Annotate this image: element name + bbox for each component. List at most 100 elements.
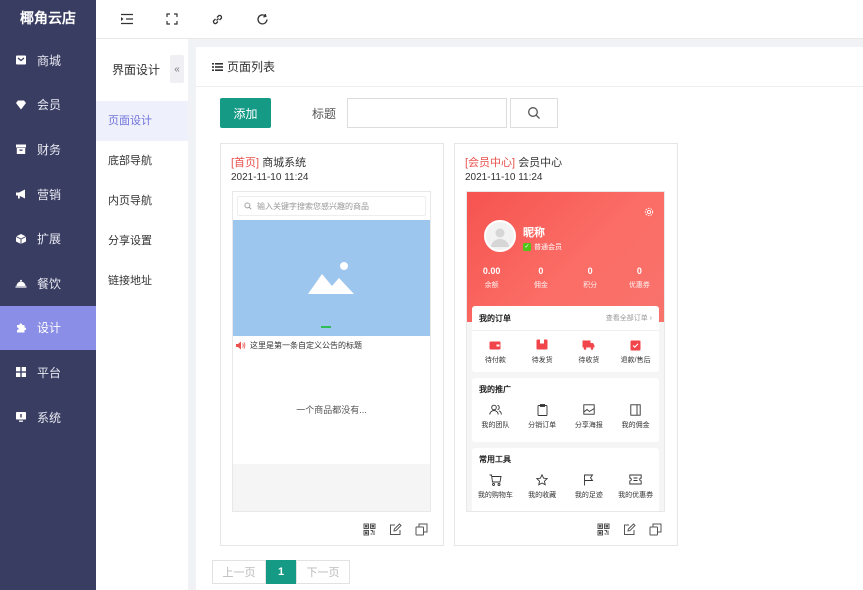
tool-coupons: 我的优惠券 [612,473,659,500]
search-button[interactable] [510,98,558,128]
clipboard-check-icon [630,338,641,351]
card-actions [363,523,429,537]
avatar [484,220,516,252]
order-pending-receipt: 待收货 [566,338,613,365]
subnav-item-link-address[interactable]: 链接地址 [96,261,188,301]
monitor-icon [14,410,28,424]
subnav-item-share-settings[interactable]: 分享设置 [96,221,188,261]
order-pending-payment: 待付款 [472,338,519,365]
sidebar-item-platform[interactable]: 平台 [0,350,96,395]
page-date: 2021-11-10 11:24 [465,172,543,183]
card-title: [会员中心] 会员中心 [465,154,562,170]
page-date: 2021-11-10 11:24 [231,172,309,183]
pagination: 上一页 1 下一页 [212,560,350,584]
member-level-text: 普通会员 [534,244,562,251]
promo-team: 我的团队 [472,403,519,430]
page-number-current[interactable]: 1 [266,560,296,584]
cloche-icon [14,276,28,290]
main-sidebar: 椰角云店 商城 会员 财务 营销 扩展 餐饮 设计 平台 系统 [0,0,96,590]
diamond-icon [14,98,28,112]
view-all-orders-link: 查看全部订单 › [605,315,652,322]
refresh-icon[interactable] [253,10,271,28]
user-icon [491,228,509,247]
menu-fold-icon[interactable] [118,10,136,28]
next-page-button[interactable]: 下一页 [296,560,350,584]
sidebar-item-design[interactable]: 设计 [0,305,96,351]
truck-icon [582,338,595,351]
stat-commission: 0 佣金 [533,266,548,289]
page-preview-member: 昵称 ✓ 普通会员 0.00 余额 0 佣金 0 积分 0 优惠券 我的订单 查看全部订… [466,191,665,512]
copy-icon[interactable] [649,523,663,537]
ticket-icon [629,473,642,486]
sidebar-item-catering[interactable]: 餐饮 [0,261,96,306]
flag-icon [583,473,594,486]
fullscreen-icon[interactable] [163,10,181,28]
sidebar-item-extension[interactable]: 扩展 [0,216,96,261]
subnav-item-inner-nav[interactable]: 内页导航 [96,181,188,221]
sidebar-item-label: 平台 [37,365,62,380]
title-search-input[interactable] [347,98,507,128]
sidebar-item-label: 餐饮 [37,276,62,291]
page-card-home[interactable]: [首页] 商城系统 2021-11-10 11:24 输入关键字搜索您感兴趣的商… [220,143,444,546]
sidebar-item-member[interactable]: 会员 [0,83,96,128]
list-icon [212,62,223,72]
qrcode-icon[interactable] [363,523,377,537]
promo-poster: 分享海报 [566,403,613,430]
cart-icon [489,473,502,486]
stat-balance: 0.00 余额 [482,266,501,289]
puzzle-icon [14,321,28,335]
preview-search-bar: 输入关键字搜索您感兴趣的商品 [233,192,430,220]
order-pending-shipment: 待发货 [519,338,566,365]
sidebar-item-finance[interactable]: 财务 [0,127,96,172]
box-icon [536,338,548,351]
search-icon [244,202,252,210]
title-label: 标题 [312,106,337,121]
page-type-tag: [首页] [231,157,260,169]
sidebar-item-mall[interactable]: 商城 [0,38,96,83]
sidebar-item-system[interactable]: 系统 [0,395,96,440]
secondary-sidebar: 界面设计 « 页面设计 底部导航 内页导航 分享设置 链接地址 [96,39,188,590]
qrcode-icon[interactable] [597,523,611,537]
tool-footprints: 我的足迹 [566,473,613,500]
mail-icon [14,53,28,67]
cube-icon [14,232,28,246]
member-stats: 0.00 余额 0 佣金 0 积分 0 优惠券 [467,266,664,290]
page-card-member-center[interactable]: [会员中心] 会员中心 2021-11-10 11:24 昵称 ✓ 普通会员 0… [454,143,678,546]
preview-notice: 这里是第一条自定义公告的标题 [233,336,430,354]
promo-orders: 分销订单 [519,403,566,430]
sidebar-item-label: 营销 [37,187,62,202]
double-chevron-left-icon: « [174,63,180,75]
preview-banner [233,220,430,336]
section-title: 我的推广 [479,384,511,394]
top-toolbar [96,0,863,39]
page-name: 商城系统 [262,157,307,169]
common-tools-section: 常用工具 我的购物车 我的收藏 我的足迹 我的优惠券 [472,448,659,511]
sidebar-item-label: 扩展 [37,232,62,247]
section-title: 常用工具 [479,454,511,464]
member-level: ✓ 普通会员 [523,242,562,252]
image-placeholder-icon [307,262,354,294]
sidebar-item-label: 商城 [37,53,62,68]
subnav-item-page-design[interactable]: 页面设计 [96,101,188,141]
link-icon[interactable] [208,10,226,28]
edit-icon[interactable] [623,523,637,537]
speaker-icon [236,341,246,349]
sidebar-item-marketing[interactable]: 营销 [0,172,96,217]
subnav-item-bottom-nav[interactable]: 底部导航 [96,141,188,181]
card-actions [597,523,663,537]
tool-favorites: 我的收藏 [519,473,566,500]
section-title: 我的订单 [479,313,511,323]
archive-icon [14,142,28,156]
prev-page-button[interactable]: 上一页 [212,560,266,584]
add-button[interactable]: 添加 [220,98,271,128]
check-icon: ✓ [523,243,531,251]
megaphone-icon [14,187,28,201]
member-header: 昵称 ✓ 普通会员 0.00 余额 0 佣金 0 积分 0 优惠券 [467,192,664,322]
carousel-indicator [321,326,331,328]
collapse-button[interactable]: « [170,55,184,83]
star-icon [536,473,549,486]
copy-icon[interactable] [415,523,429,537]
main-panel: 页面列表 添加 标题 [首页] 商城系统 2021-11-10 11:24 输入… [196,47,863,590]
sidebar-item-label: 会员 [37,98,62,113]
edit-icon[interactable] [389,523,403,537]
